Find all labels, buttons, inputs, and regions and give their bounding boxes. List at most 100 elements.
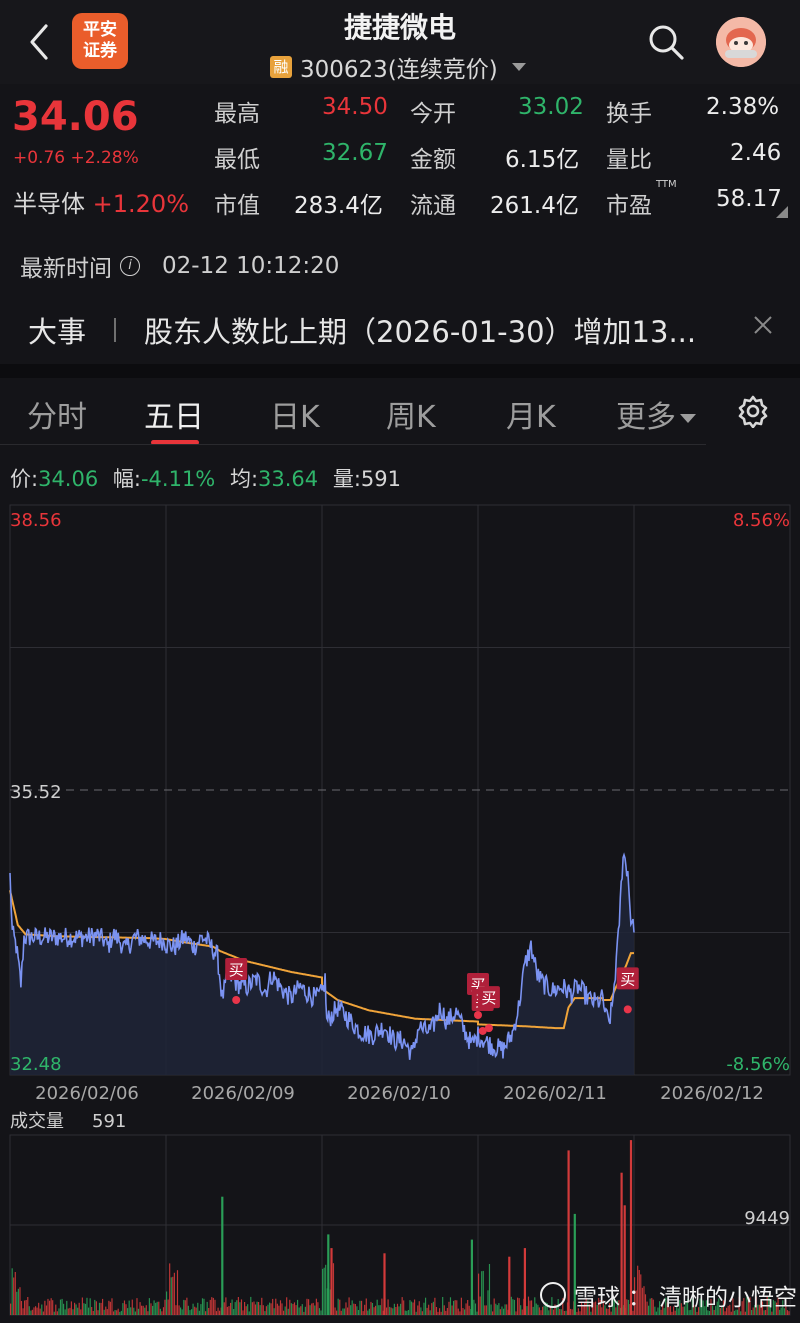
volume-bar	[178, 1305, 180, 1315]
volume-bar	[348, 1297, 350, 1315]
volume-bar	[250, 1296, 252, 1315]
volume-bar	[343, 1308, 345, 1315]
volume-bar	[515, 1311, 517, 1315]
volume-bar	[440, 1311, 442, 1315]
volume-bar	[428, 1304, 430, 1315]
info-icon[interactable]: i	[120, 256, 140, 276]
volume-bar	[276, 1303, 278, 1315]
volume-bar	[351, 1300, 353, 1315]
x-label-day-2: 2026/02/09	[191, 1083, 295, 1104]
volume-bar	[425, 1297, 427, 1315]
volume-bar	[498, 1303, 500, 1315]
volume-bar	[532, 1306, 534, 1315]
buy-marker-dot	[474, 1011, 482, 1019]
volume-bar	[56, 1311, 58, 1315]
volume-bar	[42, 1311, 44, 1315]
expand-corner-icon[interactable]	[776, 206, 788, 218]
volume-bar	[454, 1300, 456, 1315]
volume-bar	[78, 1302, 80, 1315]
watermark-author: 清晰的小悟空	[659, 1285, 797, 1311]
volume-bar	[11, 1268, 13, 1315]
volume-bar	[186, 1297, 188, 1315]
volume-bar	[86, 1297, 88, 1315]
margin-badge: 融	[270, 56, 292, 78]
sector-name: 半导体	[13, 190, 85, 218]
avatar-icon[interactable]	[716, 17, 766, 67]
volume-bar	[395, 1307, 397, 1315]
price-change: +0.76 +2.28%	[13, 148, 139, 168]
volume-bar	[120, 1310, 122, 1315]
y-mid-label: 35.52	[10, 782, 62, 803]
sector-change[interactable]: 半导体 +1.20%	[13, 184, 189, 219]
volume-bar	[459, 1311, 461, 1315]
volume-bar	[25, 1300, 27, 1315]
volume-bar	[365, 1298, 367, 1315]
volume-bar	[47, 1298, 49, 1315]
volume-bar	[476, 1311, 478, 1315]
volume-bar	[334, 1307, 336, 1315]
volume-bar	[137, 1308, 140, 1315]
tab-weekly-k[interactable]: 周K	[386, 392, 436, 436]
volume-bar	[234, 1302, 236, 1315]
volume-bar	[406, 1310, 408, 1315]
volume-bar	[534, 1297, 536, 1315]
volume-bar	[175, 1305, 177, 1315]
tab-more[interactable]: 更多	[616, 392, 696, 436]
volume-bar	[239, 1302, 241, 1315]
volume-bar	[128, 1300, 130, 1315]
volume-bar	[58, 1308, 60, 1315]
volume-bar	[133, 1307, 135, 1315]
volume-bar	[264, 1311, 266, 1315]
volume-bar	[342, 1308, 344, 1315]
buy-marker-dot	[484, 1024, 493, 1033]
volume-bar	[139, 1302, 141, 1315]
volume-bar	[371, 1303, 374, 1315]
volume-bar	[187, 1305, 189, 1315]
open-value: 33.02	[518, 94, 584, 120]
volume-bar	[209, 1299, 211, 1315]
volume-bar	[356, 1306, 358, 1315]
volume-bar	[493, 1298, 495, 1315]
volume-bar	[426, 1307, 428, 1315]
volume-bar	[275, 1298, 277, 1315]
buy-marker-dot	[232, 996, 241, 1004]
volume-bar	[473, 1299, 475, 1315]
volume-bar	[153, 1300, 155, 1315]
volume-bar	[122, 1303, 124, 1315]
search-icon[interactable]	[646, 22, 686, 62]
volume-bar	[273, 1308, 275, 1315]
volume-bar	[66, 1300, 68, 1315]
volume-bar	[401, 1297, 403, 1315]
volume-bar	[111, 1298, 113, 1315]
gear-icon[interactable]	[736, 394, 770, 428]
volume-bar	[244, 1302, 246, 1315]
volume-bar	[98, 1302, 101, 1315]
volume-bar	[16, 1291, 18, 1315]
close-icon[interactable]	[752, 314, 774, 336]
x-label-day-5: 2026/02/12	[660, 1083, 764, 1104]
tab-daily-k[interactable]: 日K	[270, 392, 320, 436]
volume-bar	[320, 1310, 322, 1315]
event-banner[interactable]: 大事 股东人数比上期（2026-01-30）增加13...	[28, 309, 788, 351]
tab-monthly-k[interactable]: 月K	[506, 392, 556, 436]
volume-bar	[400, 1303, 402, 1315]
volume-bar	[576, 1311, 578, 1315]
five-day-chart[interactable]: 买买买买买 38.56 8.56% 35.52 32.48 -8.56% 202…	[0, 500, 800, 1323]
volume-bar	[184, 1300, 186, 1315]
volume-bar	[102, 1298, 104, 1315]
volume-bar	[529, 1300, 531, 1315]
volume-bar	[226, 1306, 228, 1315]
caret-down-icon	[511, 63, 526, 71]
volume-bar	[390, 1307, 392, 1315]
stock-code-selector[interactable]: 融 300623(连续竞价)	[270, 50, 526, 84]
tab-five-day[interactable]: 五日	[144, 392, 204, 436]
volume-bar	[297, 1299, 299, 1315]
pe-label: 市盈	[606, 193, 652, 219]
float-label: 流通	[410, 193, 456, 219]
pe-value: 58.17	[716, 186, 782, 212]
volume-title: 成交量	[10, 1111, 64, 1132]
volume-bar	[50, 1298, 52, 1315]
pe-ttm-suffix: TTM	[656, 179, 677, 190]
volume-bar	[318, 1308, 321, 1315]
tab-intraday[interactable]: 分时	[27, 392, 87, 436]
